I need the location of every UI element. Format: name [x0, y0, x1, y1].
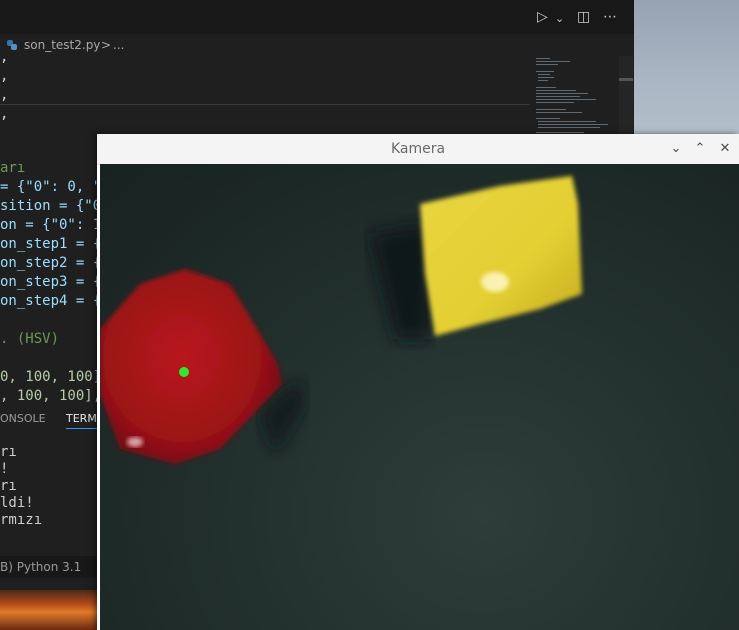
scrollbar-thumb[interactable] [619, 78, 633, 81]
chevron-right-icon: > [101, 38, 112, 52]
code-line: , [0, 68, 9, 84]
red-block-highlight [127, 437, 143, 447]
tab-terminal[interactable]: TERMI [66, 412, 101, 429]
current-line-highlight [0, 104, 530, 105]
terminal-line: ldi! [0, 495, 34, 511]
chevron-down-icon[interactable]: ⌄ [555, 10, 564, 28]
terminal-line: rı [0, 444, 17, 460]
camera-feed [100, 164, 739, 630]
code-line: on = {"0": 12 [0, 217, 110, 233]
yellow-block-highlight [481, 272, 509, 292]
minimize-icon[interactable]: ⌄ [667, 140, 685, 158]
red-block [100, 269, 282, 464]
minimap[interactable] [532, 56, 618, 136]
camera-frame [100, 176, 582, 464]
desktop-background [634, 0, 739, 135]
code-line: . (HSV) [0, 331, 60, 347]
tab-debug-console[interactable]: ONSOLE [0, 412, 46, 425]
code-line: sition = {"0" [0, 198, 110, 214]
close-icon[interactable]: ✕ [716, 140, 734, 158]
code-line: = {"0": 0, " [0, 179, 102, 195]
python-interpreter-status[interactable]: B) Python 3.1 [0, 560, 81, 574]
code-line: on_step4 = {" [0, 293, 110, 309]
desktop-wallpaper [0, 590, 97, 630]
run-icon[interactable]: ▷ [537, 8, 548, 26]
code-line: arı [0, 160, 26, 176]
code-line: on_step1 = {" [0, 236, 110, 252]
editor-scrollbar[interactable] [619, 56, 633, 136]
window-title: Kamera [390, 141, 446, 157]
editor-title-bar: ▷ ⌄ ◫ ⋯ [0, 0, 634, 34]
terminal-line: ! [0, 461, 9, 477]
status-bar: B) Python 3.1 [0, 556, 97, 578]
code-line: , 100, 100], [0, 388, 102, 404]
code-line: on_step2 = {" [0, 255, 110, 271]
breadcrumb-more[interactable]: ... [113, 34, 124, 56]
code-line: , [0, 49, 9, 65]
yellow-block-shadow [370, 224, 430, 339]
split-editor-icon[interactable]: ◫ [577, 8, 590, 26]
detection-centroid-marker [179, 367, 189, 377]
code-line: , [0, 87, 9, 103]
kamera-window[interactable]: Kamera ⌄ ⌃ ✕ [97, 134, 739, 630]
kamera-title-bar[interactable]: Kamera ⌄ ⌃ ✕ [97, 134, 739, 165]
panel-tabs: ONSOLE TERMI [0, 406, 101, 432]
breadcrumb: son_test2.py > ... [0, 34, 634, 56]
code-line: , [0, 106, 9, 122]
terminal-line: rı [0, 478, 17, 494]
terminal-line: rmızı [0, 512, 43, 528]
breadcrumb-file[interactable]: son_test2.py [24, 34, 100, 56]
code-line: on_step3 = {" [0, 274, 110, 290]
maximize-icon[interactable]: ⌃ [691, 140, 709, 158]
yellow-block [420, 176, 582, 336]
code-line: 0, 100, 100] [0, 369, 102, 385]
more-actions-icon[interactable]: ⋯ [603, 8, 617, 26]
